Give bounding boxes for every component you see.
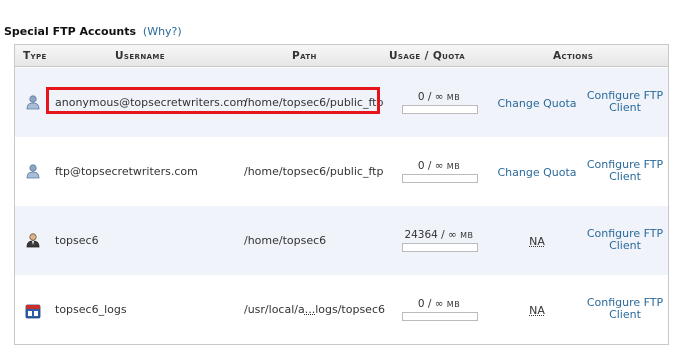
usage-quota-text: 0 / ∞ MB xyxy=(417,298,461,310)
username-cell: topsec6_logs xyxy=(55,303,127,316)
user-icon xyxy=(26,95,40,110)
configure-ftp-client-link[interactable]: Configure FTP Client xyxy=(580,297,670,321)
change-quota-link[interactable]: Change Quota xyxy=(485,97,589,110)
username-cell: ftp@topsecretwriters.com xyxy=(55,165,198,178)
table-row: ftp@topsecretwriters.com /home/topsec6/p… xyxy=(15,137,668,206)
username-cell: topsec6 xyxy=(55,234,99,247)
section-title: Special FTP Accounts (Why?) xyxy=(4,25,182,38)
user-icon xyxy=(26,164,40,179)
usage-quota-text: 0 / ∞ MB xyxy=(417,160,461,172)
col-type[interactable]: Type xyxy=(23,50,47,62)
na-text: NA xyxy=(529,304,545,317)
col-path[interactable]: Path xyxy=(292,50,317,62)
table-header: Type Username Path Usage / Quota Actions xyxy=(15,45,668,67)
table-row: topsec6 /home/topsec6 24364 / ∞ MB NA Co… xyxy=(15,206,668,275)
usage-bar xyxy=(402,312,478,321)
path-cell: /usr/local/a...logs/topsec6 xyxy=(244,303,385,316)
configure-ftp-client-link[interactable]: Configure FTP Client xyxy=(580,159,670,183)
highlight-box xyxy=(46,87,380,114)
logs-icon xyxy=(25,304,41,319)
col-actions: Actions xyxy=(553,50,594,62)
change-quota-link[interactable]: Change Quota xyxy=(485,166,589,179)
configure-ftp-client-link[interactable]: Configure FTP Client xyxy=(580,228,670,252)
why-link[interactable]: (Why?) xyxy=(143,25,182,38)
section-title-text: Special FTP Accounts xyxy=(4,25,137,38)
path-cell: /home/topsec6 xyxy=(244,234,327,247)
path-cell: /home/topsec6/public_ftp xyxy=(244,165,384,178)
admin-user-icon xyxy=(26,233,40,248)
col-usage-quota[interactable]: Usage / Quota xyxy=(389,50,465,62)
na-text: NA xyxy=(529,235,545,248)
usage-quota-text: 0 / ∞ MB xyxy=(417,91,461,103)
usage-bar xyxy=(402,105,478,114)
table-row: topsec6_logs /usr/local/a...logs/topsec6… xyxy=(15,275,668,344)
usage-quota-text: 24364 / ∞ MB xyxy=(404,229,474,241)
usage-bar xyxy=(402,243,478,252)
col-username[interactable]: Username xyxy=(115,50,165,62)
usage-bar xyxy=(402,174,478,183)
path-ellipsis: ... xyxy=(304,303,316,316)
configure-ftp-client-link[interactable]: Configure FTP Client xyxy=(580,90,670,114)
